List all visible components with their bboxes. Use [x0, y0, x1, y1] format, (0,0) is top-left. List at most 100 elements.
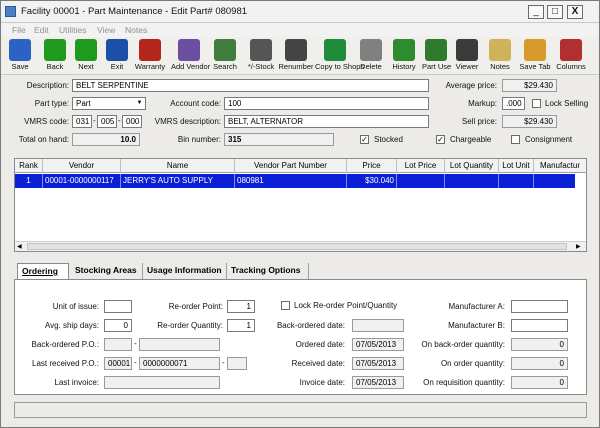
menu-notes[interactable]: Notes [125, 25, 147, 35]
add-vendor-button[interactable]: Add Vendor [171, 38, 210, 74]
viewer-button[interactable]: Viewer [452, 38, 482, 74]
tab-stocking-areas[interactable]: Stocking Areas [71, 263, 143, 279]
column-header-vendor-part-number[interactable]: Vendor Part Number [235, 159, 347, 173]
toolbar-button-label: Search [213, 62, 237, 71]
close-button[interactable]: X [567, 5, 583, 19]
columns-button[interactable]: Columns [554, 38, 588, 74]
on-requisition-quantity-label: On requisition quantity: [423, 378, 505, 387]
reorder-point-label: Re-order Point: [168, 302, 223, 311]
add-vendor-icon [178, 39, 200, 61]
toolbar-button-label: Copy to Shops [315, 62, 365, 71]
column-header-rank[interactable]: Rank [15, 159, 43, 173]
table-row[interactable]: 1 00001-0000000117 JERRY'S AUTO SUPPLY 0… [15, 174, 575, 188]
back-ordered-date-label: Back-ordered date: [276, 321, 345, 330]
avg-ship-days-field[interactable]: 0 [104, 319, 132, 332]
description-field[interactable]: BELT SERPENTINE [72, 79, 429, 92]
delete-button[interactable]: Delete [357, 38, 385, 74]
horizontal-scrollbar[interactable]: ◀ ▶ [15, 241, 586, 251]
dash-separator: - [118, 116, 121, 125]
on-order-quantity-label: On order quantity: [440, 359, 505, 368]
chargeable-checkbox[interactable]: ✓ [436, 135, 445, 144]
vmrs-code-2[interactable]: 005 [97, 115, 117, 128]
markup-label: Markup: [468, 99, 497, 108]
minimize-button[interactable]: _ [528, 5, 544, 19]
menu-edit[interactable]: Edit [34, 25, 49, 35]
last-invoice-field [104, 376, 220, 389]
vendor-grid[interactable]: Rank Vendor Name Vendor Part Number Pric… [14, 158, 587, 252]
toolbar-button-label: */-Stock [247, 62, 275, 71]
manufacturer-a-label: Manufacturer A: [448, 302, 505, 311]
total-on-hand-label: Total on hand: [18, 135, 69, 144]
history-button[interactable]: History [389, 38, 419, 74]
on-back-order-quantity-field: 0 [511, 338, 568, 351]
manufacturer-a-field[interactable] [511, 300, 568, 313]
tab-usage-information[interactable]: Usage Information [143, 263, 227, 279]
warranty-button[interactable]: Warranty [132, 38, 168, 74]
consignment-label: Consignment [525, 135, 573, 144]
column-header-vendor[interactable]: Vendor [43, 159, 121, 173]
part-use-button[interactable]: Part Use [422, 38, 452, 74]
stocked-label: Stocked [374, 135, 403, 144]
scroll-left-arrow-icon[interactable]: ◀ [17, 243, 22, 250]
reorder-quantity-field[interactable]: 1 [227, 319, 255, 332]
back-arrow-icon [44, 39, 66, 61]
tab-ordering[interactable]: Ordering [17, 263, 69, 280]
search-icon [214, 39, 236, 61]
vmrs-code-3[interactable]: 000 [122, 115, 142, 128]
last-received-po-field-3 [227, 357, 247, 370]
exit-button[interactable]: Exit [103, 38, 131, 74]
scroll-right-arrow-icon[interactable]: ▶ [576, 243, 581, 250]
maximize-button[interactable]: □ [547, 5, 563, 19]
menu-utilities[interactable]: Utilities [59, 25, 86, 35]
cell-lot-quantity [445, 174, 499, 188]
column-header-lot-unit[interactable]: Lot Unit [499, 159, 534, 173]
vmrs-code-1[interactable]: 031 [72, 115, 92, 128]
column-header-name[interactable]: Name [121, 159, 235, 173]
cell-price: $30.040 [347, 174, 397, 188]
reorder-point-field[interactable]: 1 [227, 300, 255, 313]
column-header-lot-price[interactable]: Lot Price [397, 159, 445, 173]
lock-reorder-checkbox[interactable] [281, 301, 290, 310]
vmrs-description-field[interactable]: BELT, ALTERNATOR [224, 115, 429, 128]
stock-button[interactable]: */-Stock [245, 38, 277, 74]
toolbar-button-label: Part Use [422, 62, 452, 71]
next-button[interactable]: Next [72, 38, 100, 74]
menu-file[interactable]: File [12, 25, 26, 35]
unit-of-issue-field[interactable] [104, 300, 132, 313]
consignment-checkbox[interactable] [511, 135, 520, 144]
column-header-lot-quantity[interactable]: Lot Quantity [445, 159, 499, 173]
stocked-checkbox[interactable]: ✓ [360, 135, 369, 144]
part-type-select[interactable]: Part ▼ [72, 97, 146, 110]
renumber-button[interactable]: Renumber [278, 38, 314, 74]
back-ordered-po-field-2 [139, 338, 220, 351]
account-code-field[interactable]: 100 [224, 97, 429, 110]
image-viewer-icon [456, 39, 478, 61]
copy-to-shops-button[interactable]: Copy to Shops [315, 38, 365, 74]
trash-icon [360, 39, 382, 61]
toolbar: Save Back Next Exit Warranty Add Vendor Search… [1, 37, 599, 75]
cell-rank: 1 [15, 174, 43, 188]
dropdown-arrow-icon[interactable]: ▼ [135, 99, 144, 108]
markup-field[interactable]: .000 [502, 97, 525, 110]
notes-button[interactable]: Notes [486, 38, 514, 74]
ordered-date-label: Ordered date: [295, 340, 345, 349]
unit-of-issue-label: Unit of issue: [52, 302, 99, 311]
invoice-date-label: Invoice date: [299, 378, 345, 387]
search-button[interactable]: Search [209, 38, 241, 74]
column-header-price[interactable]: Price [347, 159, 397, 173]
lock-selling-checkbox[interactable] [532, 99, 541, 108]
bin-number-label: Bin number: [177, 135, 221, 144]
save-button[interactable]: Save [5, 38, 35, 74]
manufacturer-b-label: Manufacturer B: [448, 321, 505, 330]
cell-lot-unit [499, 174, 534, 188]
received-date-field: 07/05/2013 [352, 357, 404, 370]
manufacturer-b-field[interactable] [511, 319, 568, 332]
scroll-thumb[interactable] [27, 243, 567, 250]
toolbar-button-label: Renumber [278, 62, 314, 71]
menu-view[interactable]: View [97, 25, 115, 35]
back-button[interactable]: Back [40, 38, 70, 74]
column-header-manufacturer[interactable]: Manufactur [534, 159, 586, 173]
save-tab-icon [524, 39, 546, 61]
save-tab-button[interactable]: Save Tab [518, 38, 552, 74]
tab-tracking-options[interactable]: Tracking Options [227, 263, 309, 279]
